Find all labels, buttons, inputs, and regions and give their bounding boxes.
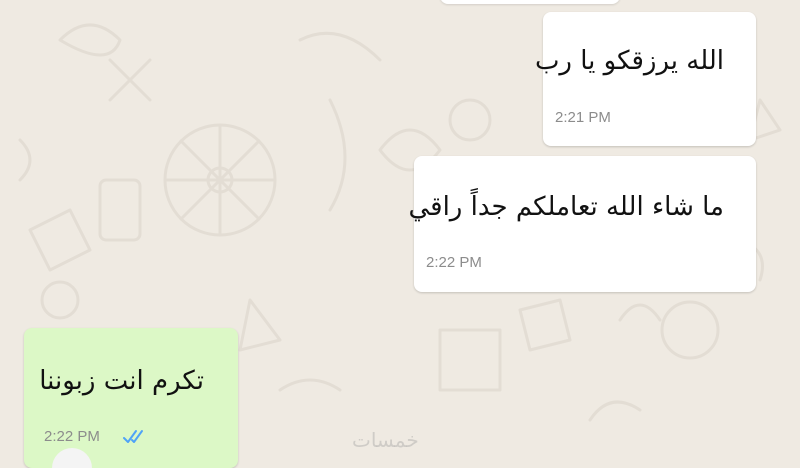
message-text: ما شاء الله تعاملكم جداً راقي bbox=[408, 192, 724, 222]
message-timestamp: 2:22 PM bbox=[426, 254, 482, 271]
watermark: خمسات bbox=[352, 428, 419, 452]
message-text: الله يرزقكو يا رب bbox=[534, 46, 724, 76]
message-bubble-outgoing[interactable]: الله يرزقكو يا رب 2:21 PM bbox=[535, 12, 756, 146]
message-timestamp: 2:21 PM bbox=[555, 109, 611, 126]
message-bubble-outgoing[interactable]: ما شاء الله تعاملكم جداً راقي 2:22 PM bbox=[408, 156, 756, 292]
double-check-icon bbox=[123, 430, 143, 443]
message-text: تكرم انت زبوننا bbox=[39, 366, 204, 396]
message-bubble-incoming[interactable]: تكرم انت زبوننا 2:22 PM bbox=[24, 328, 238, 468]
previous-message-edge bbox=[440, 0, 620, 4]
message-timestamp: 2:22 PM bbox=[44, 428, 100, 445]
